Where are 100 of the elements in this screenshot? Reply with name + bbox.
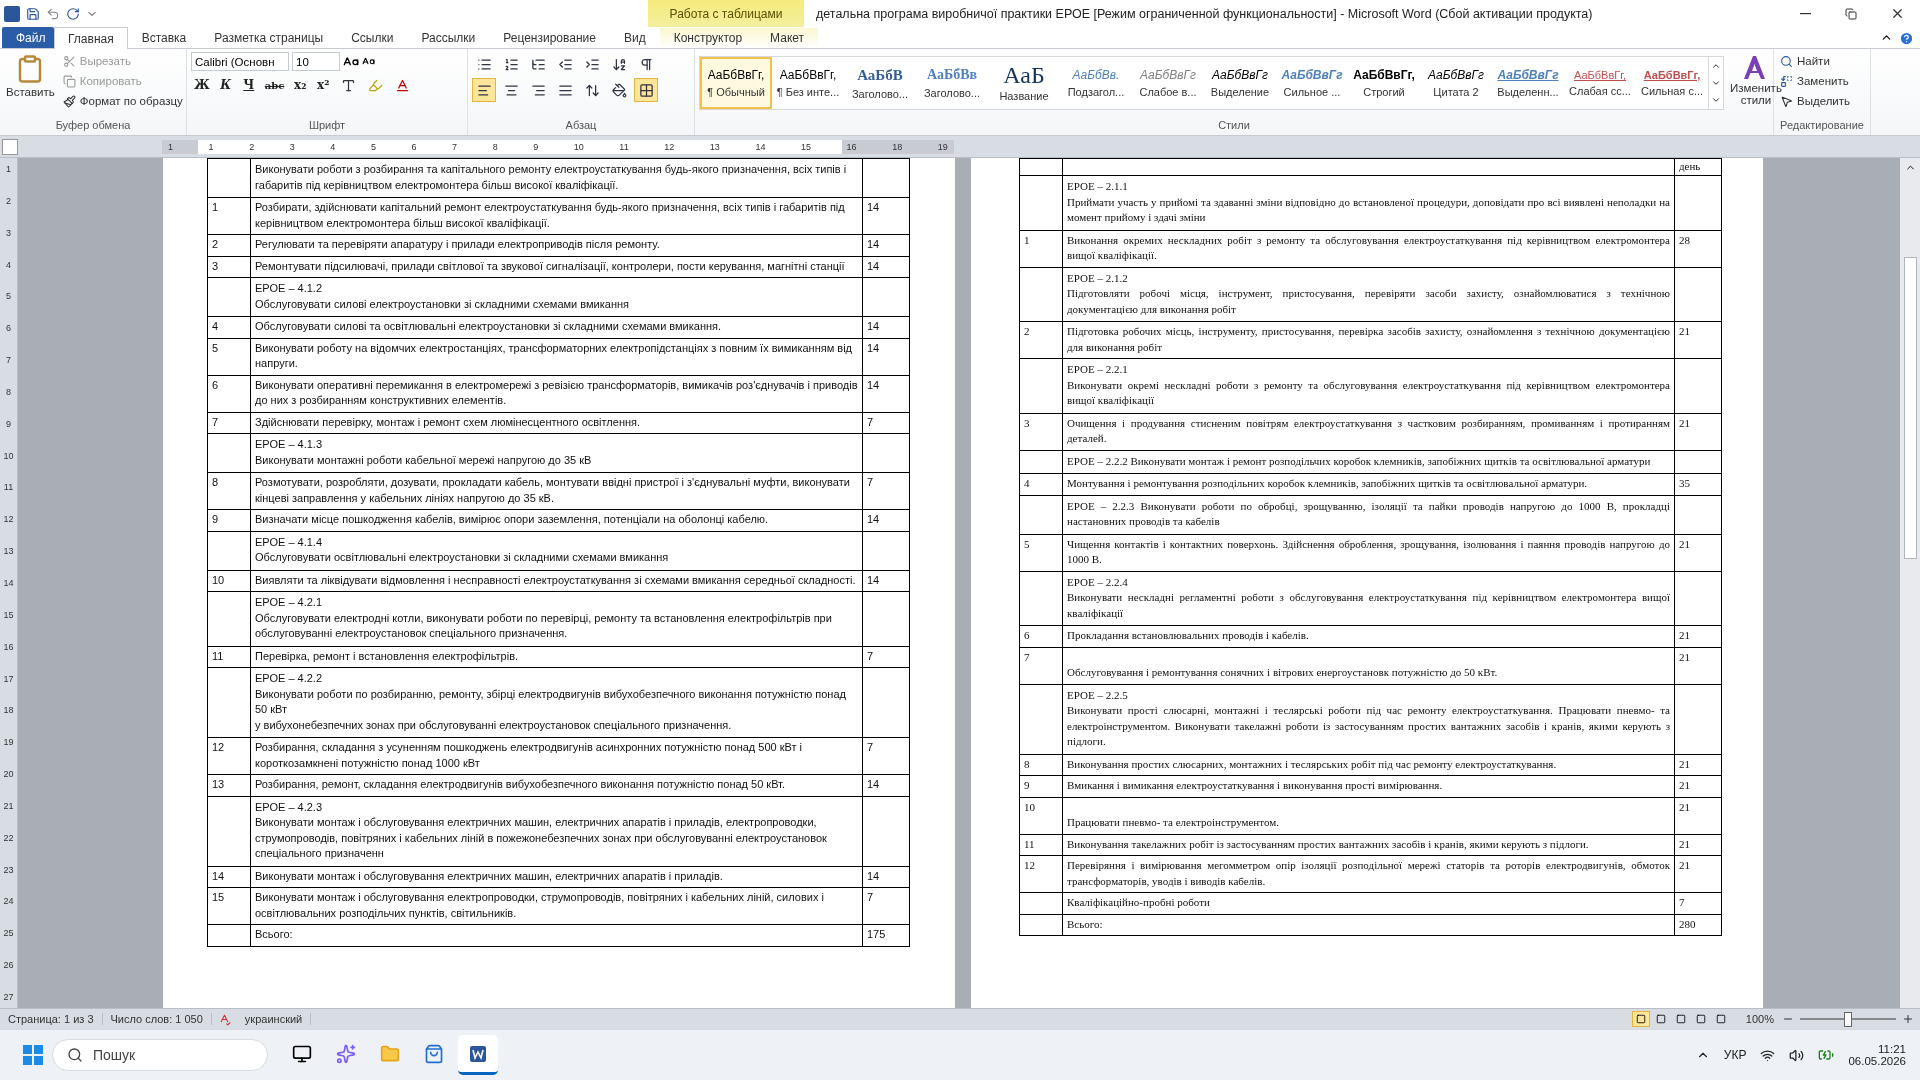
style-item[interactable]: АаБбВв. Подзагол...	[1060, 57, 1132, 109]
format-button[interactable]: x₂	[290, 74, 311, 96]
wifi-icon[interactable]	[1760, 1047, 1776, 1063]
style-item[interactable]: АаБбВвГг Сильное ...	[1276, 57, 1348, 109]
clock[interactable]: 11:21 06.05.2026	[1848, 1043, 1906, 1067]
hours-cell: 14	[862, 234, 910, 256]
format-button[interactable]: abc	[261, 74, 288, 96]
style-item[interactable]: АаБбВвГг Слабое в...	[1132, 57, 1204, 109]
file-tab[interactable]: Файл	[2, 27, 54, 48]
volume-icon[interactable]	[1789, 1047, 1805, 1063]
vertical-ruler: 1 2 3 4 5 6 7 8 9 10 11 12 13 14 15 16 17 18 19 20 21 22 23 24 25 26 27	[0, 158, 18, 1008]
search-icon	[67, 1047, 83, 1063]
task-cell: Визначати місце пошкодження кабелів, вимірює опори заземлення, потенціали на оболонці кабелю.	[250, 509, 863, 531]
redo-icon[interactable]	[66, 6, 80, 21]
hours-cell	[862, 158, 910, 198]
number-cell	[1019, 892, 1063, 914]
ribbon-tab[interactable]: Вид	[609, 27, 660, 48]
zoom-thumb[interactable]	[1844, 1011, 1852, 1027]
page-count[interactable]: Страница: 1 из 3	[0, 1013, 103, 1025]
number-cell	[207, 667, 251, 738]
style-item[interactable]: АаБбВвГг Выделение	[1204, 57, 1276, 109]
font-size-field[interactable]: 10	[292, 52, 340, 71]
hours-cell	[862, 531, 910, 570]
number-cell: 1	[207, 197, 251, 235]
format-button[interactable]: x²	[313, 74, 334, 96]
style-item[interactable]: АаБ Название	[988, 57, 1060, 109]
hours-cell: 28	[1674, 230, 1722, 267]
group-label: Абзац	[564, 119, 598, 133]
hours-cell	[1674, 571, 1722, 626]
competency-cell: ЕРОЕ – 2.1.2 Підготовляти робочі місця, інструмент, пристосування, перевіряти засоби захисту, ознайомлюватися з технічною документацією для виконання робіт	[1062, 267, 1675, 322]
hours-cell	[862, 277, 910, 317]
ribbon-tab[interactable]: Макет	[756, 27, 819, 48]
align-left-icon[interactable]	[472, 78, 496, 102]
style-item[interactable]: АаБбВвГг, Строгий	[1348, 57, 1420, 109]
task-cell: Виявляти та ліквідувати відмовлення і несправності електроустаткування зі схемами вмикання середньої складності.	[250, 570, 863, 592]
style-item[interactable]: АаБбВв Заголово...	[916, 57, 988, 109]
style-item[interactable]: АаБбВвГг, Слабая сс...	[1564, 57, 1636, 109]
font-name-field[interactable]: Calibri (Основн	[191, 52, 289, 71]
window-title: детальна програма виробничої практики ЕРОЕ [Режим ограниченной функциональности] - Microsoft Word (Сбой активации продукта)	[815, 6, 1594, 21]
ribbon-tab[interactable]: Вставка	[127, 27, 201, 48]
task-cell: Чищення контактів і контактних поверхонь. Здійснення оброблення, зрощування, ізолювання і паяння проводів напругою до 1000 В.	[1062, 534, 1675, 571]
ribbon-tab[interactable]: Рассылки	[407, 27, 490, 48]
format-button[interactable]: Ч	[238, 74, 259, 96]
number-cell: 11	[1019, 834, 1063, 856]
task-cell: Обслуговувати силові та освітлювальні електроустановки зі складними схемами вмикання.	[250, 316, 863, 338]
hours-cell: 21	[1674, 625, 1722, 647]
number-cell: 6	[207, 375, 251, 412]
task-cell: Виконування такелажних робіт із застосуванням простих вантажних засобів і кранів, якими керують з підлоги.	[1062, 834, 1675, 856]
ribbon-tab[interactable]: Разметка страницы	[200, 27, 338, 48]
word-count[interactable]: Число слов: 1 050	[102, 1013, 212, 1025]
number-cell: 4	[1019, 473, 1063, 495]
number-cell	[207, 796, 251, 866]
number-cell: 15	[207, 887, 251, 925]
ribbon-tab[interactable]: Главная	[54, 27, 128, 49]
save-icon[interactable]	[26, 6, 40, 21]
keyboard-language[interactable]: УКР	[1723, 1048, 1747, 1062]
number-cell: 10	[1019, 797, 1063, 834]
view-button[interactable]	[1631, 1011, 1650, 1027]
number-cell: 3	[1019, 413, 1063, 450]
start-icon[interactable]	[22, 1044, 44, 1066]
scroll-down-icon[interactable]	[1711, 78, 1721, 88]
taskbar-app[interactable]	[458, 1035, 498, 1075]
restore-icon	[1845, 7, 1857, 20]
ribbon-tab[interactable]: Рецензирование	[489, 27, 610, 48]
hours-cell: 21	[1674, 534, 1722, 571]
copy-icon	[62, 74, 76, 88]
style-item[interactable]: АаБбВ Заголово...	[844, 57, 916, 109]
style-item[interactable]: АаБбВвГг Выделенн...	[1492, 57, 1564, 109]
undo-icon[interactable]	[46, 6, 60, 21]
battery-icon[interactable]	[1818, 1047, 1835, 1063]
search-field[interactable]: Пошук	[52, 1039, 268, 1071]
help-icon[interactable]	[1899, 31, 1914, 46]
style-item[interactable]: АаБбВвГг, Сильная с...	[1636, 57, 1708, 109]
folder-icon	[380, 1043, 400, 1064]
task-cell: Виконувати монтаж і обслуговування електропроводки, струмопроводів, повітряних і кабельних ліній, силових і освітлювальних розподільчих пунктів, світильників.	[250, 887, 863, 925]
hours-cell: 21	[1674, 775, 1722, 797]
zoom-level[interactable]: 100%	[1745, 1013, 1774, 1025]
sparkle-icon	[336, 1043, 356, 1064]
ribbon-tab[interactable]: Ссылки	[337, 27, 408, 48]
borders-icon[interactable]	[634, 78, 658, 102]
style-item[interactable]: АаБбВвГг, ¶ Обычный	[700, 57, 772, 109]
language-label[interactable]: украинский	[236, 1013, 312, 1025]
number-cell: 4	[207, 316, 251, 338]
task-cell: Розмотувати, розробляти, дозувати, прокладати кабель, монтувати ввідні пристрої і з'єднувальні муфти, виконувати кінцеві заправлення у кабельних лініях напругою до 35 кВ.	[250, 472, 863, 510]
paste-button[interactable]: Вставить	[4, 52, 57, 119]
clipboard-button[interactable]: Формат по образцу	[60, 92, 185, 110]
style-item[interactable]: АаБбВвГг Цитата 2	[1420, 57, 1492, 109]
ribbon-tab[interactable]: Конструктор	[659, 27, 757, 48]
number-cell: 3	[207, 256, 251, 278]
style-item[interactable]: АаБбВвГг, ¶ Без инте...	[772, 57, 844, 109]
total-label-cell: Всього:	[250, 924, 863, 946]
format-button[interactable]: Ж	[191, 74, 213, 96]
number-cell	[1019, 450, 1063, 474]
zoom-in-icon[interactable]	[1902, 1013, 1914, 1025]
task-cell: Ремонтувати підсилювачі, прилади світлової та звукової сигналізації, контролери, пости керування, магнітні станції	[250, 256, 863, 278]
number-cell: 10	[207, 570, 251, 592]
format-button[interactable]: К	[215, 74, 236, 96]
total-label-cell: Кваліфікаційно-пробні роботи	[1062, 892, 1675, 914]
tab-selector[interactable]	[2, 138, 18, 155]
scrollbar-thumb[interactable]	[1903, 257, 1917, 559]
